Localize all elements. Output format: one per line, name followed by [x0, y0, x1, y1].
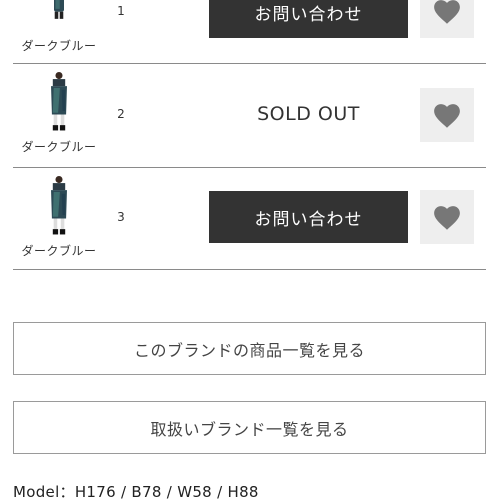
- variant-row: ダークブルー 2 SOLD OUT: [13, 64, 486, 168]
- heart-icon: [434, 0, 460, 24]
- product-thumbnail[interactable]: [36, 0, 82, 36]
- model-measurements: Model：H176 / B78 / W58 / H88: [13, 483, 259, 500]
- color-label: ダークブルー: [21, 244, 97, 258]
- variant-row: ダークブルー 3 お問い合わせ: [13, 168, 486, 270]
- size-label: 1: [117, 4, 125, 18]
- heart-icon: [434, 103, 460, 128]
- size-label: 2: [117, 107, 125, 121]
- sold-out-label: SOLD OUT: [257, 103, 360, 125]
- favorite-button[interactable]: [420, 190, 474, 244]
- color-label: ダークブルー: [21, 140, 97, 154]
- inquiry-button[interactable]: お問い合わせ: [209, 0, 408, 38]
- color-label: ダークブルー: [21, 39, 97, 53]
- product-thumbnail[interactable]: [36, 72, 82, 134]
- brand-products-link[interactable]: このブランドの商品一覧を見る: [13, 322, 486, 375]
- size-label: 3: [117, 210, 125, 224]
- heart-icon: [434, 205, 460, 230]
- all-brands-link[interactable]: 取扱いブランド一覧を見る: [13, 401, 486, 454]
- inquiry-button[interactable]: お問い合わせ: [209, 191, 408, 243]
- product-thumbnail[interactable]: [36, 176, 82, 238]
- favorite-button[interactable]: [420, 0, 474, 38]
- favorite-button[interactable]: [420, 88, 474, 142]
- variant-row: ダークブルー 1 お問い合わせ: [13, 0, 486, 64]
